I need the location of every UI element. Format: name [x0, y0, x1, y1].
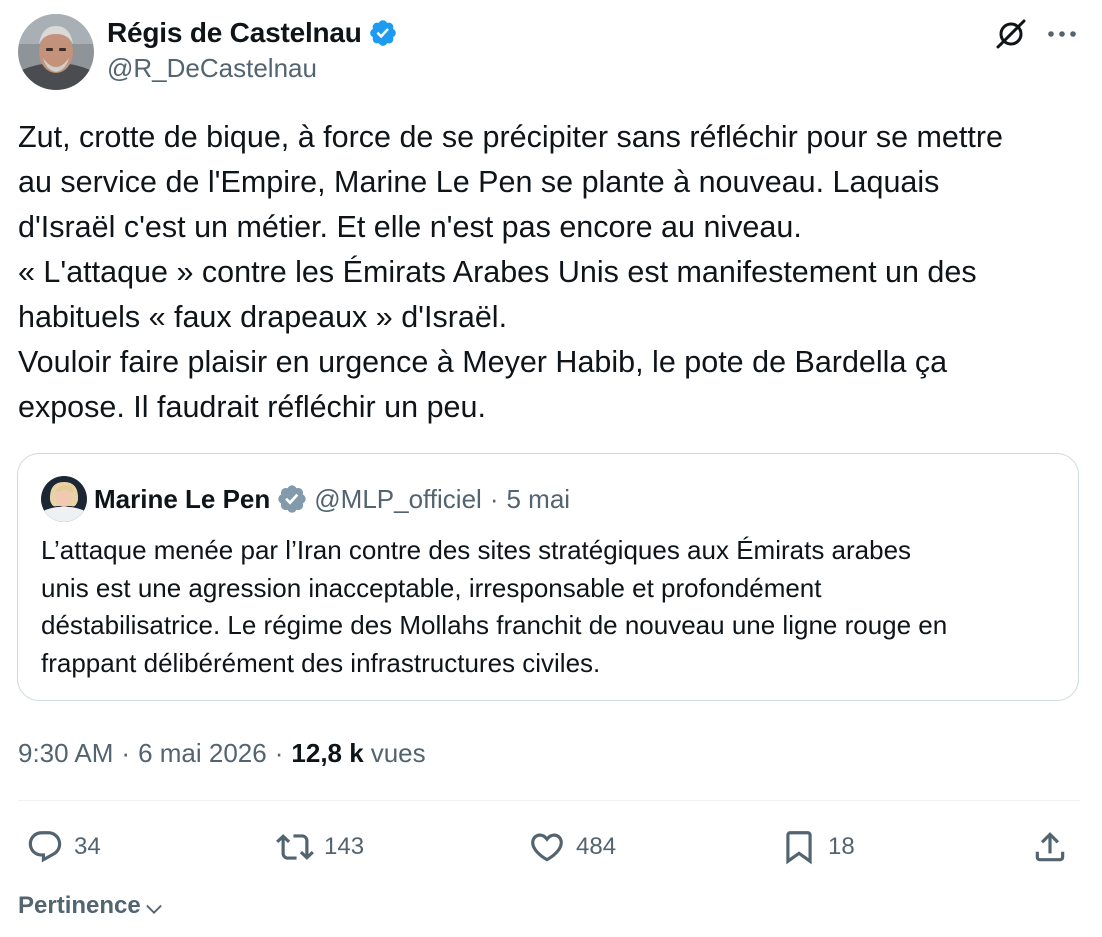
tweet-text: Zut, crotte de bique, à force de se préc…: [18, 115, 1088, 430]
gray-verified-badge-icon: [278, 485, 306, 513]
tweet-date[interactable]: 6 mai 2026: [138, 738, 267, 769]
bookmark-icon: [786, 831, 812, 865]
repost-icon: [276, 834, 314, 860]
share-icon: [1035, 832, 1065, 862]
quoted-text: L’attaque menée par l’Iran contre des si…: [41, 532, 1066, 682]
author-handle[interactable]: @R_DeCastelnau: [107, 53, 317, 84]
quoted-text-line: L’attaque menée par l’Iran contre des si…: [41, 535, 912, 565]
grok-icon[interactable]: [994, 17, 1028, 51]
like-count: 484: [576, 833, 617, 860]
reply-button[interactable]: 34: [26, 827, 101, 867]
quoted-text-line: frappant délibérément des infrastructure…: [41, 647, 601, 678]
sort-dropdown[interactable]: Pertinence: [18, 890, 165, 922]
verified-badge-icon[interactable]: [368, 18, 398, 48]
meta-separator: ·: [121, 737, 131, 768]
sort-label: Pertinence: [18, 892, 141, 919]
quoted-header: Marine Le Pen @MLP_officiel · 5 mai: [94, 482, 570, 516]
views-label: vues: [370, 737, 426, 768]
heart-icon: [531, 833, 563, 862]
author-avatar[interactable]: [18, 14, 94, 90]
repost-button[interactable]: 143: [276, 827, 364, 867]
chevron-down-icon: [145, 904, 162, 914]
tweet-text-line: Zut, crotte de bique, à force de se préc…: [18, 120, 1003, 154]
quoted-separator: ·: [489, 483, 499, 514]
views-count[interactable]: 12,8 k: [291, 738, 363, 769]
author-name-row: Régis de Castelnau: [107, 15, 398, 51]
share-button[interactable]: [1031, 827, 1069, 867]
author-name[interactable]: Régis de Castelnau: [107, 17, 362, 49]
divider: [18, 800, 1080, 801]
bookmark-count: 18: [828, 833, 855, 860]
quoted-text-line: déstabilisatrice. Le régime des Mollahs …: [41, 610, 948, 640]
tweet-text-line: habituels « faux drapeaux » d'Israël.: [18, 300, 508, 334]
quoted-tweet[interactable]: Marine Le Pen @MLP_officiel · 5 mai L’at…: [17, 453, 1079, 701]
quoted-author-name: Marine Le Pen: [94, 483, 271, 514]
reply-icon: [28, 831, 62, 863]
like-button[interactable]: 484: [528, 827, 616, 867]
tweet-text-line: expose. Il faudrait réfléchir un peu.: [18, 390, 486, 424]
repost-count: 143: [324, 833, 365, 860]
quoted-date: 5 mai: [506, 483, 571, 514]
tweet-text-line: « L'attaque » contre les Émirats Arabes …: [18, 255, 977, 289]
bookmark-button[interactable]: 18: [780, 827, 855, 867]
quoted-text-line: unis est une agression inacceptable, irr…: [41, 572, 822, 603]
quoted-author-handle: @MLP_officiel: [314, 483, 482, 514]
more-icon[interactable]: [1044, 20, 1080, 48]
meta-separator: ·: [274, 737, 284, 768]
tweet-text-line: d'Israël c'est un métier. Et elle n'est …: [18, 210, 802, 244]
tweet-meta: 9:30 AM · 6 mai 2026 · 12,8 k vues: [18, 735, 426, 771]
reply-count: 34: [74, 833, 101, 860]
tweet-text-line: Vouloir faire plaisir en urgence à Meyer…: [18, 345, 948, 379]
tweet-time[interactable]: 9:30 AM: [18, 738, 113, 769]
tweet: Régis de Castelnau @R_DeCastelnau Zut, c…: [0, 0, 1102, 937]
quoted-author-avatar[interactable]: [41, 476, 87, 522]
tweet-text-line: au service de l'Empire, Marine Le Pen se…: [18, 165, 940, 199]
